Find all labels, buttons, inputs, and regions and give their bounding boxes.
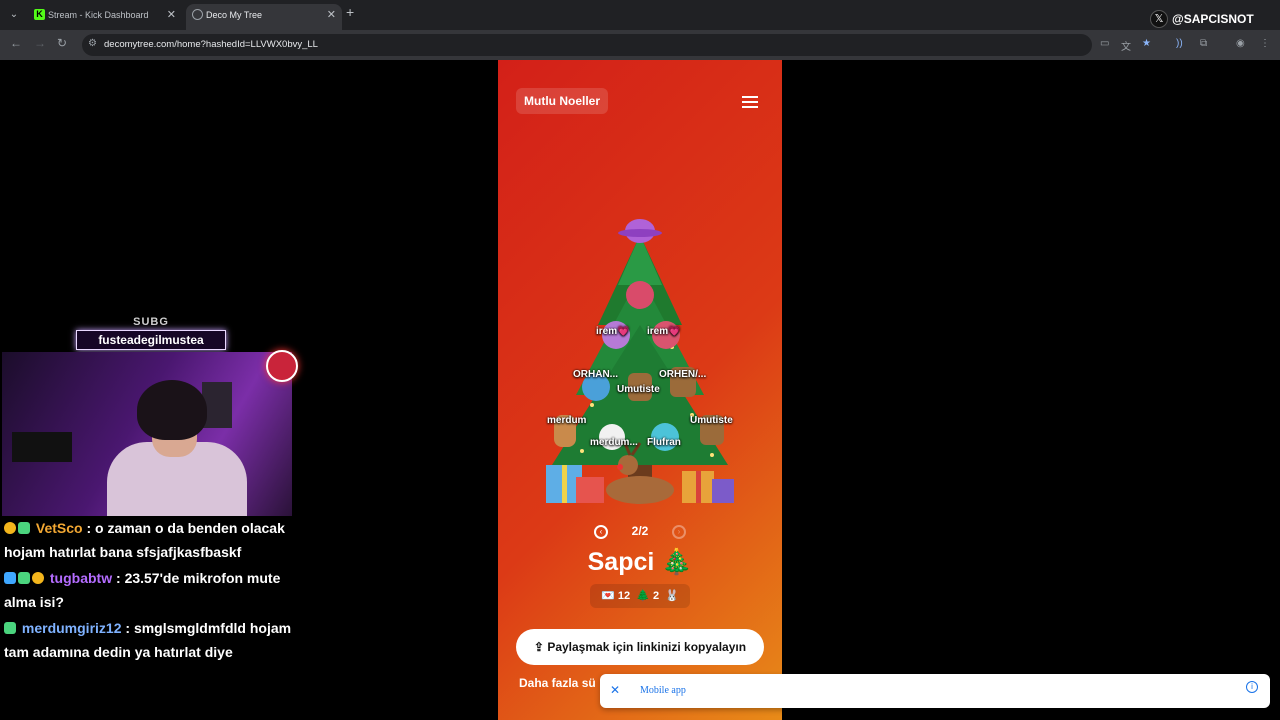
- extensions-icon[interactable]: ⧉: [1200, 38, 1207, 49]
- hamburger-menu-icon[interactable]: [742, 96, 758, 108]
- ornament-label[interactable]: irem💗: [596, 326, 630, 337]
- page-indicator: 2/2: [631, 524, 649, 538]
- more-link[interactable]: Daha fazla sü: [519, 676, 596, 690]
- ornament-label[interactable]: merdum...: [590, 437, 638, 448]
- chat-message: VetSco : o zaman o da benden olacak hoja…: [4, 520, 285, 560]
- read-aloud-icon[interactable]: )): [1176, 38, 1183, 49]
- tab-title: Stream - Kick Dashboard: [48, 10, 149, 20]
- tab-kick-dashboard[interactable]: K Stream - Kick Dashboard ✕: [28, 4, 182, 30]
- x-logo-icon: 𝕏: [1150, 10, 1168, 28]
- badge-icon: [32, 572, 44, 584]
- globe-icon: [192, 9, 203, 20]
- gift-icon: [266, 350, 298, 382]
- tab-search-chevron-icon[interactable]: ⌄: [4, 5, 24, 25]
- ornament-label[interactable]: Flufran: [647, 437, 681, 448]
- microphone-icon: [12, 432, 72, 462]
- ornament-label[interactable]: irem💗: [647, 326, 681, 337]
- sub-alert: SUBG fusteadegilmustea: [76, 316, 226, 352]
- chevron-right-icon[interactable]: ›: [672, 525, 686, 539]
- chat-username: VetSco: [35, 520, 83, 536]
- close-icon[interactable]: ✕: [610, 683, 620, 697]
- close-icon[interactable]: ✕: [167, 4, 176, 26]
- ornament-label[interactable]: ORHAN...: [573, 369, 618, 380]
- badge-icon: [4, 622, 16, 634]
- chat-username: merdumgiriz12: [21, 620, 122, 636]
- reload-icon[interactable]: ↻: [57, 36, 67, 50]
- ornament-label[interactable]: merdum: [547, 415, 586, 426]
- webcam-feed: [2, 352, 292, 516]
- chat-text: 23.57'de mikrofon mute alma isi?: [4, 570, 281, 610]
- ornament-label[interactable]: Umutiste: [617, 384, 660, 395]
- ornament-label[interactable]: ORHEN/...: [659, 369, 706, 380]
- tree-count: 2: [652, 590, 660, 602]
- close-icon[interactable]: ✕: [327, 4, 336, 26]
- badge-icon: [18, 572, 30, 584]
- copy-link-button[interactable]: ⇪ Paylaşmak için linkinizi kopyalayın: [516, 629, 764, 665]
- url-text: decomytree.com/home?hashedId=LLVWX0bvy_L…: [104, 39, 318, 50]
- back-arrow-icon[interactable]: ←: [10, 36, 22, 50]
- kick-icon: K: [34, 9, 45, 20]
- tab-strip: ⌄ K Stream - Kick Dashboard ✕ Deco My Tr…: [0, 0, 1280, 30]
- ornament-label[interactable]: Umutiste: [690, 415, 733, 426]
- forward-arrow-icon[interactable]: →: [34, 36, 46, 50]
- chevron-left-icon[interactable]: ‹: [594, 525, 608, 539]
- chat-message: tugbabtw : 23.57'de mikrofon mute alma i…: [4, 570, 281, 610]
- address-bar[interactable]: ⚙ decomytree.com/home?hashedId=LLVWX0bvy…: [82, 34, 1092, 56]
- translate-icon[interactable]: 文: [1121, 38, 1131, 53]
- mobile-app-banner: ✕ Mobile app i: [600, 674, 1270, 708]
- ornament: [626, 281, 654, 309]
- rabbit-icon: 🐰: [665, 590, 679, 602]
- badge-icon: [18, 522, 30, 534]
- badge-icon: [4, 522, 16, 534]
- new-tab-button[interactable]: +: [346, 4, 354, 20]
- chat-message: merdumgiriz12 : smglsmgldmfdld hojam tam…: [4, 620, 292, 660]
- menu-kebab-icon[interactable]: ⋮: [1260, 38, 1270, 49]
- banner-label[interactable]: Mobile app: [640, 685, 686, 696]
- info-icon[interactable]: i: [1246, 681, 1258, 693]
- browser-toolbar: ← → ↻ ⚙ decomytree.com/home?hashedId=LLV…: [0, 30, 1280, 60]
- christmas-tree: [546, 219, 734, 504]
- tree-pager: ‹ 2/2 ›: [594, 522, 686, 542]
- profile-icon[interactable]: ◉: [1236, 38, 1245, 49]
- copy-link-label: Paylaşmak için linkinizi kopyalayın: [547, 640, 747, 654]
- message-count: 12: [617, 590, 631, 602]
- badge-icon: [4, 572, 16, 584]
- sub-alert-tag: SUBG: [133, 316, 169, 328]
- sub-alert-username: fusteadegilmustea: [76, 330, 226, 350]
- tab-deco-my-tree[interactable]: Deco My Tree ✕: [186, 4, 342, 30]
- reindeer-icon: [606, 476, 674, 504]
- tab-title: Deco My Tree: [206, 10, 263, 20]
- watermark-handle: @SAPCISNOT: [1172, 12, 1254, 26]
- deco-my-tree-page: Mutlu Noeller irem💗 irem💗 ORHAN... Umuti…: [498, 60, 782, 720]
- bookmark-star-icon[interactable]: ★: [1142, 38, 1151, 49]
- message-icon: 💌: [601, 590, 615, 602]
- brand-logo[interactable]: Mutlu Noeller: [516, 88, 609, 114]
- tree-icon: 🌲: [636, 590, 650, 602]
- site-info-icon[interactable]: ⚙: [88, 38, 97, 49]
- chat-username: tugbabtw: [49, 570, 113, 586]
- tree-owner-name: Sapci 🎄: [587, 548, 693, 576]
- cast-icon[interactable]: ▭: [1100, 38, 1109, 49]
- share-icon: ⇪: [533, 640, 544, 654]
- stream-chat: VetSco : o zaman o da benden olacak hoja…: [4, 516, 294, 666]
- tree-stats: 💌 12 🌲 2 🐰: [590, 584, 690, 608]
